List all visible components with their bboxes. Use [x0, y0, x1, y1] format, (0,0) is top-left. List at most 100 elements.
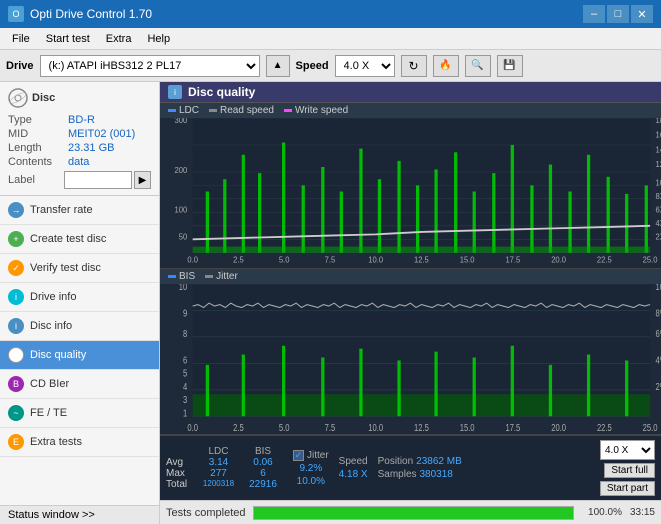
ldc-header: LDC: [196, 446, 241, 457]
sidebar: Disc Type BD-R MID MEIT02 (001) Length 2…: [0, 82, 160, 524]
svg-text:10: 10: [179, 284, 187, 292]
quality-title: Disc quality: [188, 85, 255, 99]
window-controls: – □ ✕: [583, 5, 653, 23]
create-test-disc-label: Create test disc: [30, 233, 106, 245]
verify-test-disc-icon: ✓: [8, 260, 24, 276]
ldc-chart-container: LDC Read speed Write speed: [160, 103, 661, 269]
sidebar-item-create-test-disc[interactable]: + Create test disc: [0, 225, 159, 254]
cd-bier-icon: B: [8, 376, 24, 392]
minimize-button[interactable]: –: [583, 5, 605, 23]
close-button[interactable]: ✕: [631, 5, 653, 23]
avg-jitter: 9.2%: [293, 463, 329, 474]
svg-text:10.0: 10.0: [368, 422, 383, 431]
stats-bar: LDC BIS Avg 3.14 0.06 Max 277 6 Total 12…: [160, 435, 661, 500]
total-label: Total: [166, 479, 194, 490]
nav-items: → Transfer rate + Create test disc ✓ Ver…: [0, 196, 159, 505]
scan-button[interactable]: 🔍: [465, 55, 491, 77]
drive-select[interactable]: (k:) ATAPI iHBS312 2 PL17: [40, 55, 260, 77]
bis-legend-label: BIS: [179, 271, 195, 282]
eject-button[interactable]: ▲: [266, 55, 290, 77]
maximize-button[interactable]: □: [607, 5, 629, 23]
speed-select[interactable]: 4.0 X: [335, 55, 395, 77]
app-icon: O: [8, 6, 24, 22]
content-area: i Disc quality LDC Read speed: [160, 82, 661, 524]
save-button[interactable]: 💾: [497, 55, 523, 77]
bis-chart-container: BIS Jitter: [160, 269, 661, 435]
label-go-button[interactable]: ▶: [134, 171, 151, 189]
sidebar-item-cd-bier[interactable]: B CD BIer: [0, 370, 159, 399]
avg-ldc: 3.14: [196, 457, 241, 468]
stats-speed-select[interactable]: 4.0 X: [600, 440, 655, 460]
avg-speed: 4.18 X: [339, 469, 368, 480]
drivebar: Drive (k:) ATAPI iHBS312 2 PL17 ▲ Speed …: [0, 50, 661, 82]
menubar: File Start test Extra Help: [0, 28, 661, 50]
disc-panel: Disc Type BD-R MID MEIT02 (001) Length 2…: [0, 82, 159, 196]
svg-text:300: 300: [175, 118, 188, 125]
svg-text:22.5: 22.5: [597, 422, 612, 431]
label-input[interactable]: [64, 171, 132, 189]
sidebar-item-transfer-rate[interactable]: → Transfer rate: [0, 196, 159, 225]
drive-info-label: Drive info: [30, 291, 76, 303]
position-val: 23862 MB: [416, 456, 462, 467]
sidebar-item-fe-te[interactable]: ~ FE / TE: [0, 399, 159, 428]
ldc-legend-dot: [168, 109, 176, 112]
bis-header: BIS: [243, 446, 283, 457]
jitter-checkbox[interactable]: ✓: [293, 450, 304, 461]
avg-label: Avg: [166, 457, 194, 468]
sidebar-item-extra-tests[interactable]: E Extra tests: [0, 428, 159, 457]
titlebar-left: O Opti Drive Control 1.70: [8, 6, 152, 22]
jitter-legend-dot: [205, 275, 213, 278]
sidebar-item-disc-info[interactable]: i Disc info: [0, 312, 159, 341]
svg-text:4%: 4%: [656, 354, 661, 365]
charts-area: LDC Read speed Write speed: [160, 103, 661, 500]
max-ldc: 277: [196, 468, 241, 479]
disc-quality-icon: ◎: [8, 347, 24, 363]
bis-legend-item: BIS: [168, 271, 195, 282]
extra-tests-icon: E: [8, 434, 24, 450]
avg-bis: 0.06: [243, 457, 283, 468]
disc-icon: [8, 88, 28, 108]
titlebar: O Opti Drive Control 1.70 – □ ✕: [0, 0, 661, 28]
sidebar-item-drive-info[interactable]: i Drive info: [0, 283, 159, 312]
disc-contents-row: Contents data: [8, 156, 151, 168]
type-key: Type: [8, 114, 68, 126]
burn-button[interactable]: 🔥: [433, 55, 459, 77]
status-window-button[interactable]: Status window >>: [0, 505, 159, 524]
svg-text:3: 3: [183, 394, 187, 405]
ldc-legend-label: LDC: [179, 105, 199, 116]
sidebar-item-disc-quality[interactable]: ◎ Disc quality: [0, 341, 159, 370]
write-speed-legend-item: Write speed: [284, 105, 348, 116]
menu-help[interactable]: Help: [139, 31, 178, 47]
menu-extra[interactable]: Extra: [98, 31, 140, 47]
svg-text:12.5: 12.5: [414, 255, 429, 265]
read-speed-legend-label: Read speed: [220, 105, 274, 116]
svg-text:0.0: 0.0: [187, 255, 198, 265]
disc-type-row: Type BD-R: [8, 114, 151, 126]
status-text: Tests completed: [166, 507, 245, 519]
svg-text:100: 100: [175, 205, 188, 215]
disc-header: Disc: [8, 88, 151, 108]
sidebar-item-verify-test-disc[interactable]: ✓ Verify test disc: [0, 254, 159, 283]
speed-header-label: Speed: [339, 456, 368, 467]
refresh-button[interactable]: ↻: [401, 55, 427, 77]
fe-te-label: FE / TE: [30, 407, 67, 419]
start-part-button[interactable]: Start part: [600, 481, 655, 496]
disc-info-icon: i: [8, 318, 24, 334]
svg-text:2%: 2%: [656, 381, 661, 392]
bis-legend: BIS Jitter: [160, 269, 661, 284]
drive-label: Drive: [6, 60, 34, 72]
menu-file[interactable]: File: [4, 31, 38, 47]
quality-header-icon: i: [168, 85, 182, 99]
svg-text:16X: 16X: [656, 130, 661, 140]
disc-quality-label: Disc quality: [30, 349, 86, 361]
stats-empty-header: [166, 446, 194, 457]
svg-text:12.5: 12.5: [414, 422, 429, 431]
samples-label: Samples: [378, 469, 417, 480]
svg-text:25.0: 25.0: [643, 255, 658, 265]
progress-percent: 100.0%: [582, 507, 622, 518]
drive-info-icon: i: [8, 289, 24, 305]
main-area: Disc Type BD-R MID MEIT02 (001) Length 2…: [0, 82, 661, 524]
samples-val: 380318: [420, 469, 453, 480]
start-full-button[interactable]: Start full: [604, 463, 655, 478]
menu-start-test[interactable]: Start test: [38, 31, 98, 47]
